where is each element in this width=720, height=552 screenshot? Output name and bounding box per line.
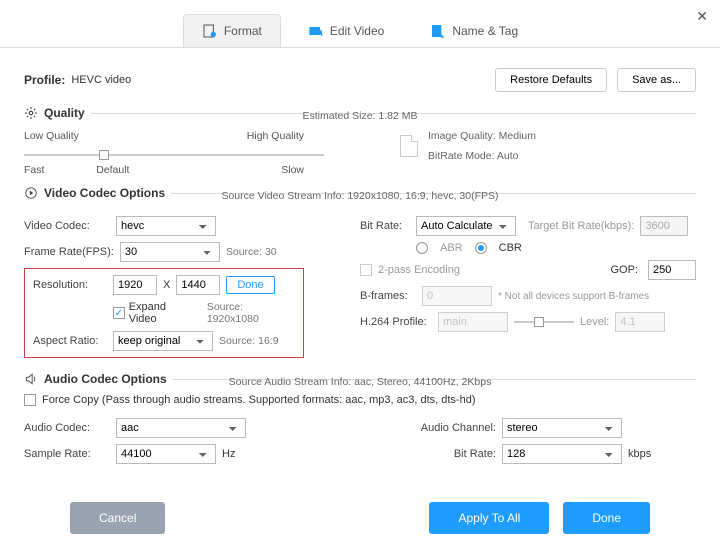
format-icon (202, 23, 218, 39)
fast-label: Fast (24, 164, 44, 176)
audio-channel-label: Audio Channel: (410, 422, 496, 434)
window-close-icon[interactable]: ✕ (696, 8, 708, 25)
cbr-radio[interactable] (475, 242, 487, 254)
cancel-button[interactable]: Cancel (70, 502, 165, 534)
sample-rate-label: Sample Rate: (24, 448, 110, 460)
save-as-button[interactable]: Save as... (617, 68, 696, 92)
image-quality-label: Image Quality: (428, 130, 496, 142)
aspect-ratio-label: Aspect Ratio: (33, 335, 107, 347)
expand-video-checkbox[interactable]: ✓ (113, 307, 125, 319)
twopass-label: 2-pass Encoding (378, 264, 460, 276)
gear-icon (24, 106, 38, 120)
resolution-width-input[interactable] (113, 275, 157, 295)
speaker-icon (24, 372, 38, 386)
level-select: 4.1 (615, 312, 665, 332)
aspect-ratio-select[interactable]: keep original (113, 331, 213, 351)
audio-bitrate-label: Bit Rate: (410, 448, 496, 460)
slow-label: Slow (281, 164, 304, 176)
audio-channel-select[interactable]: stereo (502, 418, 622, 438)
target-bitrate-label: Target Bit Rate(kbps): (528, 220, 634, 232)
quality-slider[interactable] (24, 148, 324, 162)
tab-name-tag[interactable]: Name & Tag (411, 14, 537, 47)
resolution-source: Source: 1920x1080 (207, 301, 295, 325)
h264-profile-select: main (438, 312, 508, 332)
resolution-label: Resolution: (33, 279, 107, 291)
level-slider (514, 321, 574, 323)
video-codec-select[interactable]: hevc (116, 216, 216, 236)
name-tag-icon (430, 23, 446, 39)
video-icon (24, 186, 38, 200)
profile-value: HEVC video (71, 74, 131, 86)
edit-video-icon (308, 23, 324, 39)
bitrate-label: Bit Rate: (360, 220, 410, 232)
audio-codec-label: Audio Codec: (24, 422, 110, 434)
image-quality-value: Medium (499, 130, 536, 142)
tab-edit-video[interactable]: Edit Video (289, 14, 404, 47)
force-copy-checkbox[interactable] (24, 394, 36, 406)
audio-codec-select[interactable]: aac (116, 418, 246, 438)
resolution-highlight: Resolution: X Done ✓ Expand Video Source… (24, 268, 304, 358)
hz-label: Hz (222, 448, 235, 460)
resolution-done-button[interactable]: Done (226, 276, 274, 294)
sample-rate-select[interactable]: 44100 (116, 444, 216, 464)
document-icon (400, 135, 418, 157)
bitrate-select[interactable]: Auto Calculate (416, 216, 516, 236)
video-codec-label: Video Codec: (24, 220, 110, 232)
apply-to-all-button[interactable]: Apply To All (429, 502, 549, 534)
abr-radio[interactable] (416, 242, 428, 254)
bitrate-mode-label: BitRate Mode: (428, 150, 495, 162)
tab-name-tag-label: Name & Tag (452, 24, 518, 38)
gop-label: GOP: (610, 264, 638, 276)
target-bitrate-input (640, 216, 688, 236)
fps-label: Frame Rate(FPS): (24, 246, 114, 258)
bframes-label: B-frames: (360, 290, 416, 302)
estimated-size-value: 1.82 MB (378, 110, 417, 122)
resolution-x: X (163, 279, 170, 291)
tab-edit-video-label: Edit Video (330, 24, 385, 38)
abr-label: ABR (440, 242, 463, 254)
cbr-label: CBR (499, 242, 522, 254)
resolution-height-input[interactable] (176, 275, 220, 295)
fps-select[interactable]: 30 (120, 242, 220, 262)
profile-label: Profile: (24, 73, 65, 87)
expand-video-label: Expand Video (129, 301, 195, 325)
profile-row: Profile: HEVC video Restore Defaults Sav… (24, 68, 696, 92)
gop-input[interactable] (648, 260, 696, 280)
bframes-note: * Not all devices support B-frames (498, 291, 649, 302)
restore-defaults-button[interactable]: Restore Defaults (495, 68, 607, 92)
footer: Cancel Apply To All Done (0, 502, 720, 534)
aspect-source: Source: 16:9 (219, 335, 279, 347)
level-label: Level: (580, 316, 609, 328)
force-copy-label: Force Copy (Pass through audio streams. … (42, 394, 475, 406)
audio-bitrate-select[interactable]: 128 (502, 444, 622, 464)
twopass-checkbox[interactable] (360, 264, 372, 276)
low-quality-label: Low Quality (24, 130, 79, 142)
estimated-size-label: Estimated Size: (303, 110, 376, 122)
bframes-select: 0 (422, 286, 492, 306)
fps-source: Source: 30 (226, 246, 277, 258)
bitrate-mode-value: Auto (497, 150, 519, 162)
tab-format[interactable]: Format (183, 14, 281, 47)
high-quality-label: High Quality (247, 130, 304, 142)
default-label: Default (96, 164, 129, 176)
kbps-label: kbps (628, 448, 651, 460)
tab-bar: Format Edit Video Name & Tag (0, 0, 720, 48)
done-button[interactable]: Done (563, 502, 650, 534)
h264-profile-label: H.264 Profile: (360, 316, 432, 328)
tab-format-label: Format (224, 24, 262, 38)
